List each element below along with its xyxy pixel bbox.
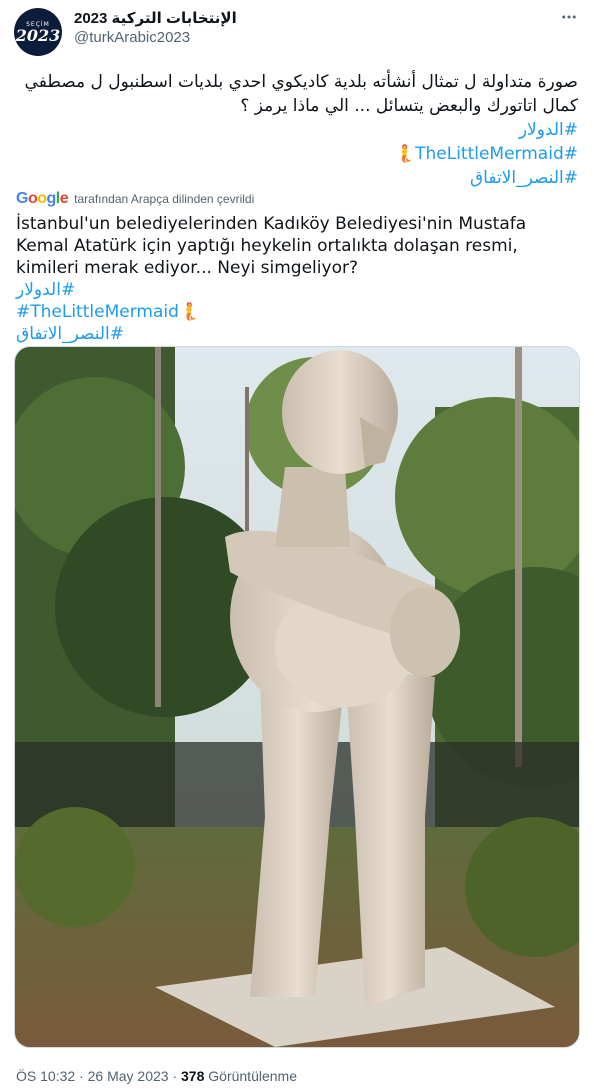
- tweet: SEÇİM 2023 الإنتخابات التركية 2023 @turk…: [0, 0, 594, 1090]
- translation-label: tarafından Arapça dilinden çevrildi: [74, 192, 255, 206]
- translated-hashtag-dollar[interactable]: #الدولار: [16, 279, 576, 301]
- tweet-text: صورة متداولة ل تمثال أنشأته بلدية كاديكو…: [18, 70, 578, 190]
- tweet-image[interactable]: [14, 346, 580, 1048]
- translated-text: İstanbul'un belediyelerinden Kadıköy Bel…: [16, 213, 576, 345]
- translation-attribution: Google tarafından Arapça dilinden çevril…: [16, 190, 254, 208]
- hashtag-dollar[interactable]: #الدولار: [18, 118, 578, 142]
- tweet-meta: ÖS 10:32 · 26 May 2023 · 378 Görüntülenm…: [16, 1068, 297, 1084]
- avatar-big-text: 2023: [15, 25, 61, 45]
- views-count: 378: [181, 1068, 205, 1084]
- views-label: Görüntülenme: [208, 1068, 297, 1084]
- hashtag-little-mermaid[interactable]: #TheLittleMermaid🧜: [18, 142, 578, 166]
- translated-hashtag-nasr-ittifaq[interactable]: #النصر_الاتفاق: [16, 323, 576, 345]
- meta-separator-2: ·: [172, 1068, 178, 1084]
- meta-separator: ·: [79, 1068, 84, 1084]
- google-logo: Google: [16, 190, 69, 207]
- tweet-body: صورة متداولة ل تمثال أنشأته بلدية كاديكو…: [24, 72, 578, 116]
- handle[interactable]: @turkArabic2023: [74, 29, 190, 46]
- tweet-date[interactable]: 26 May 2023: [88, 1068, 169, 1084]
- translated-hashtag-little-mermaid[interactable]: #TheLittleMermaid🧜: [16, 301, 576, 323]
- avatar[interactable]: SEÇİM 2023: [14, 8, 62, 56]
- statue-photo: [15, 347, 579, 1047]
- display-name[interactable]: الإنتخابات التركية 2023: [74, 9, 237, 27]
- tweet-time[interactable]: ÖS 10:32: [16, 1068, 75, 1084]
- translated-body: İstanbul'un belediyelerinden Kadıköy Bel…: [16, 214, 527, 278]
- more-icon[interactable]: [558, 6, 580, 28]
- hashtag-nasr-ittifaq[interactable]: #النصر_الاتفاق: [18, 166, 578, 190]
